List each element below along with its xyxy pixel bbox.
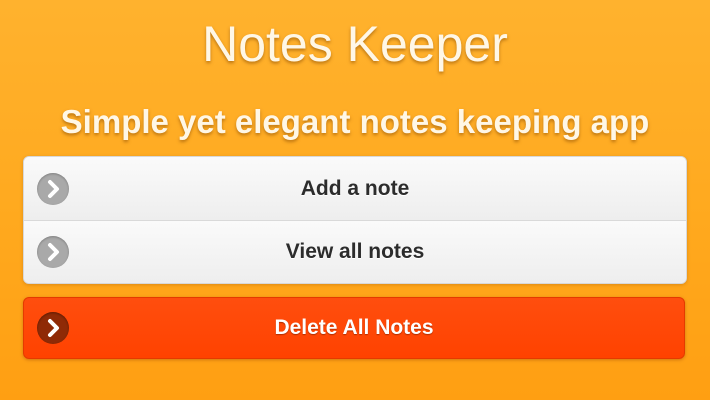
app-subtitle: Simple yet elegant notes keeping app: [60, 103, 650, 140]
view-all-notes-label: View all notes: [285, 240, 425, 263]
add-note-label: Add a note: [300, 176, 410, 200]
app-screen: Notes Keeper Simple yet elegant notes ke…: [0, 0, 710, 400]
app-title: Notes Keeper: [202, 16, 508, 72]
menu-list: Add a note View all notes: [23, 156, 687, 284]
add-note-button[interactable]: Add a note: [24, 157, 686, 220]
delete-all-notes-label: Delete All Notes: [274, 316, 434, 339]
view-all-notes-button[interactable]: View all notes: [24, 220, 686, 283]
delete-all-notes-button[interactable]: Delete All Notes: [23, 297, 685, 359]
